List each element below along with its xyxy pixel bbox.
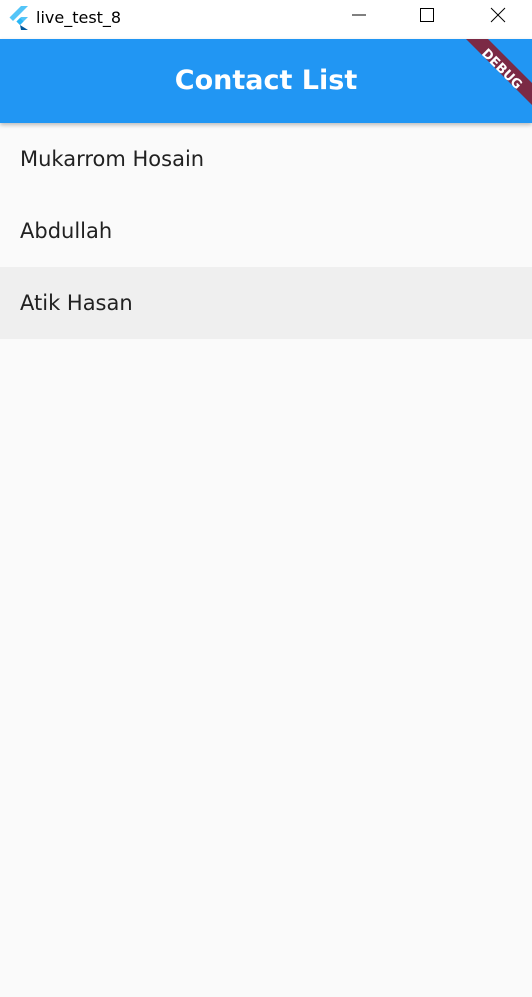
close-button[interactable]	[475, 0, 521, 34]
close-icon	[490, 7, 506, 27]
maximize-icon	[419, 7, 435, 27]
list-item[interactable]: Atik Hasan	[0, 267, 532, 339]
minimize-icon	[351, 7, 367, 27]
list-item[interactable]: Abdullah	[0, 195, 532, 267]
page-title: Contact List	[174, 65, 358, 96]
minimize-button[interactable]	[336, 0, 382, 34]
contact-list: Mukarrom Hosain Abdullah Atik Hasan	[0, 123, 532, 339]
window-titlebar[interactable]: live_test_8	[0, 0, 532, 39]
maximize-button[interactable]	[404, 0, 450, 34]
flutter-logo-icon	[8, 6, 30, 30]
list-item[interactable]: Mukarrom Hosain	[0, 123, 532, 195]
app-bar: Contact List	[0, 39, 532, 123]
window-title: live_test_8	[36, 8, 122, 27]
